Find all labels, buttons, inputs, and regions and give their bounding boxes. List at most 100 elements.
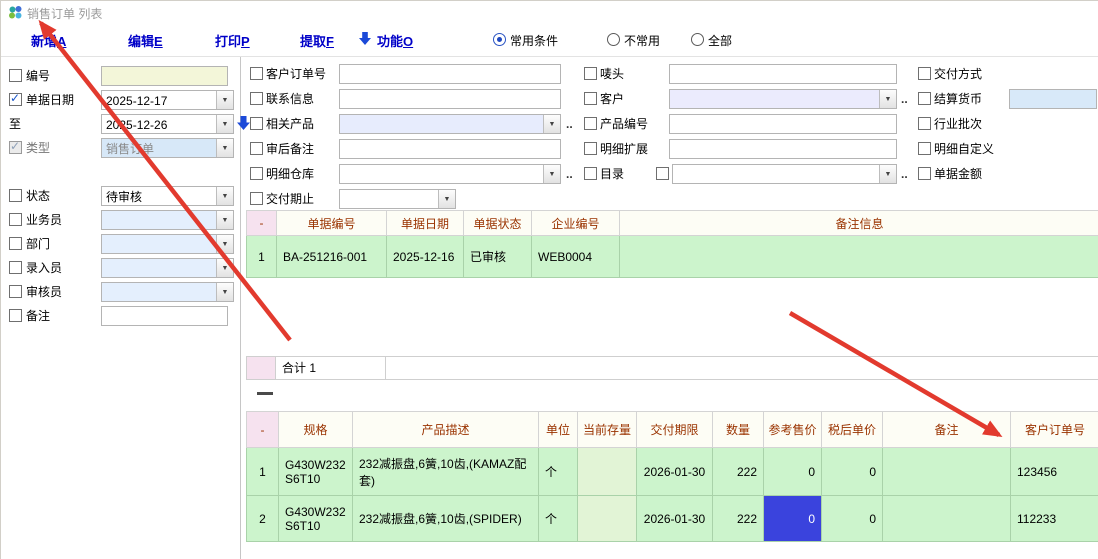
extract-button[interactable]: 提取F (300, 31, 334, 50)
order-cell-company-no[interactable]: WEB0004 (532, 236, 620, 278)
detail-row[interactable]: 1 G430W232S6T10 232减振盘,6簧,10齿,(KAMAZ配套) … (247, 448, 1098, 496)
detail-cell-after-tax-price[interactable]: 0 (822, 496, 883, 542)
status-combo[interactable]: 待审核 ▼ (101, 186, 234, 206)
related-product-more-button[interactable]: .. (566, 116, 573, 132)
detail-row[interactable]: 2 G430W232S6T10 232减振盘,6簧,10齿,(SPIDER) 个… (247, 496, 1098, 542)
filter-shipping-mark-input[interactable] (669, 64, 897, 84)
order-cell-status[interactable]: 已审核 (464, 236, 532, 278)
filter-auditor-checkbox[interactable] (9, 285, 22, 298)
delivery-end-dropdown-icon[interactable]: ▼ (438, 190, 455, 208)
filter-detail-ext-checkbox[interactable] (584, 142, 597, 155)
filter-detail-warehouse-checkbox[interactable] (250, 167, 263, 180)
detail-cell-unit[interactable]: 个 (539, 496, 578, 542)
filter-contact-info-input[interactable] (339, 89, 561, 109)
filter-remark-input[interactable] (101, 306, 228, 326)
filter-status-checkbox[interactable] (9, 189, 22, 202)
detail-row-number[interactable]: 1 (247, 448, 279, 496)
dept-combo[interactable]: ▼ (101, 234, 234, 254)
date-to-dropdown-icon[interactable]: ▼ (216, 115, 233, 133)
detail-warehouse-more-button[interactable]: .. (566, 166, 573, 182)
date-from-picker[interactable]: 2025-12-17 ▼ (101, 90, 234, 110)
function-button[interactable]: 功能O (377, 31, 413, 50)
detail-cell-stock[interactable] (578, 496, 637, 542)
splitter-handle[interactable] (257, 392, 273, 395)
entry-clerk-combo-dropdown-icon[interactable]: ▼ (216, 259, 233, 277)
delivery-end-date-picker[interactable]: ▼ (339, 189, 456, 209)
related-product-combo-dropdown-icon[interactable]: ▼ (543, 115, 560, 133)
radio-common-conditions[interactable] (493, 33, 506, 46)
customer-combo-dropdown-icon[interactable]: ▼ (879, 90, 896, 108)
customer-combo[interactable]: ▼ (669, 89, 897, 109)
detail-cell-stock[interactable] (578, 448, 637, 496)
auditor-combo[interactable]: ▼ (101, 282, 234, 302)
detail-cell-unit[interactable]: 个 (539, 448, 578, 496)
filter-settle-currency-checkbox[interactable] (918, 92, 931, 105)
detail-cell-spec[interactable]: G430W232S6T10 (279, 496, 353, 542)
entry-clerk-combo[interactable]: ▼ (101, 258, 234, 278)
order-row-number[interactable]: 1 (247, 236, 277, 278)
catalog-combo-dropdown-icon[interactable]: ▼ (879, 165, 896, 183)
detail-cell-ref-price-selected[interactable]: 0 (764, 496, 822, 542)
salesman-combo-dropdown-icon[interactable]: ▼ (216, 211, 233, 229)
type-combo-dropdown-icon[interactable]: ▼ (216, 139, 233, 157)
filter-related-product-checkbox[interactable] (250, 117, 263, 130)
filter-delivery-method-checkbox[interactable] (918, 67, 931, 80)
detail-cell-deadline[interactable]: 2026-01-30 (637, 448, 713, 496)
detail-cell-qty[interactable]: 222 (713, 448, 764, 496)
new-button[interactable]: 新增A (31, 31, 66, 50)
related-product-combo[interactable]: ▼ (339, 114, 561, 134)
detail-cell-ref-price[interactable]: 0 (764, 448, 822, 496)
blue-down-arrow-icon[interactable] (237, 116, 250, 130)
type-combo[interactable]: 销售订单 ▼ (101, 138, 234, 158)
catalog-more-button[interactable]: .. (901, 166, 908, 182)
filter-post-audit-remark-checkbox[interactable] (250, 142, 263, 155)
salesman-combo[interactable]: ▼ (101, 210, 234, 230)
date-from-dropdown-icon[interactable]: ▼ (216, 91, 233, 109)
filter-dept-checkbox[interactable] (9, 237, 22, 250)
filter-number-checkbox[interactable] (9, 69, 22, 82)
detail-warehouse-combo[interactable]: ▼ (339, 164, 561, 184)
filter-industry-batch-checkbox[interactable] (918, 117, 931, 130)
order-row[interactable]: 1 BA-251216-001 2025-12-16 已审核 WEB0004 (247, 236, 1098, 278)
order-cell-doc-no[interactable]: BA-251216-001 (277, 236, 387, 278)
filter-customer-order-no-input[interactable] (339, 64, 561, 84)
detail-cell-desc[interactable]: 232减振盘,6簧,10齿,(SPIDER) (353, 496, 539, 542)
filter-entry-clerk-checkbox[interactable] (9, 261, 22, 274)
filter-doc-date-checkbox[interactable] (9, 93, 22, 106)
filter-product-no-checkbox[interactable] (584, 117, 597, 130)
auditor-combo-dropdown-icon[interactable]: ▼ (216, 283, 233, 301)
detail-cell-spec[interactable]: G430W232S6T10 (279, 448, 353, 496)
detail-cell-remark[interactable] (883, 496, 1011, 542)
dept-combo-dropdown-icon[interactable]: ▼ (216, 235, 233, 253)
print-button[interactable]: 打印P (215, 31, 250, 50)
radio-uncommon[interactable] (607, 33, 620, 46)
filter-doc-amount-checkbox[interactable] (918, 167, 931, 180)
status-combo-dropdown-icon[interactable]: ▼ (216, 187, 233, 205)
date-to-picker[interactable]: 2025-12-26 ▼ (101, 114, 234, 134)
detail-cell-deadline[interactable]: 2026-01-30 (637, 496, 713, 542)
filter-remark-checkbox[interactable] (9, 309, 22, 322)
detail-row-number[interactable]: 2 (247, 496, 279, 542)
filter-customer-checkbox[interactable] (584, 92, 597, 105)
customer-more-button[interactable]: .. (901, 91, 908, 107)
detail-warehouse-combo-dropdown-icon[interactable]: ▼ (543, 165, 560, 183)
filter-catalog-checkbox[interactable] (584, 167, 597, 180)
radio-all[interactable] (691, 33, 704, 46)
detail-cell-after-tax-price[interactable]: 0 (822, 448, 883, 496)
order-cell-date[interactable]: 2025-12-16 (387, 236, 464, 278)
filter-settle-currency-input[interactable] (1009, 89, 1097, 109)
catalog-combo[interactable]: ▼ (672, 164, 897, 184)
filter-contact-info-checkbox[interactable] (250, 92, 263, 105)
order-cell-remark[interactable] (620, 236, 1098, 278)
filter-detail-custom-checkbox[interactable] (918, 142, 931, 155)
detail-cell-remark[interactable] (883, 448, 1011, 496)
filter-detail-ext-input[interactable] (669, 139, 897, 159)
filter-number-input[interactable] (101, 66, 228, 86)
catalog-option-checkbox[interactable] (656, 167, 669, 180)
filter-delivery-end-checkbox[interactable] (250, 192, 263, 205)
filter-post-audit-remark-input[interactable] (339, 139, 561, 159)
filter-product-no-input[interactable] (669, 114, 897, 134)
filter-customer-order-no-checkbox[interactable] (250, 67, 263, 80)
edit-button[interactable]: 编辑E (128, 31, 163, 50)
detail-cell-customer-order-no[interactable]: 112233 (1011, 496, 1098, 542)
